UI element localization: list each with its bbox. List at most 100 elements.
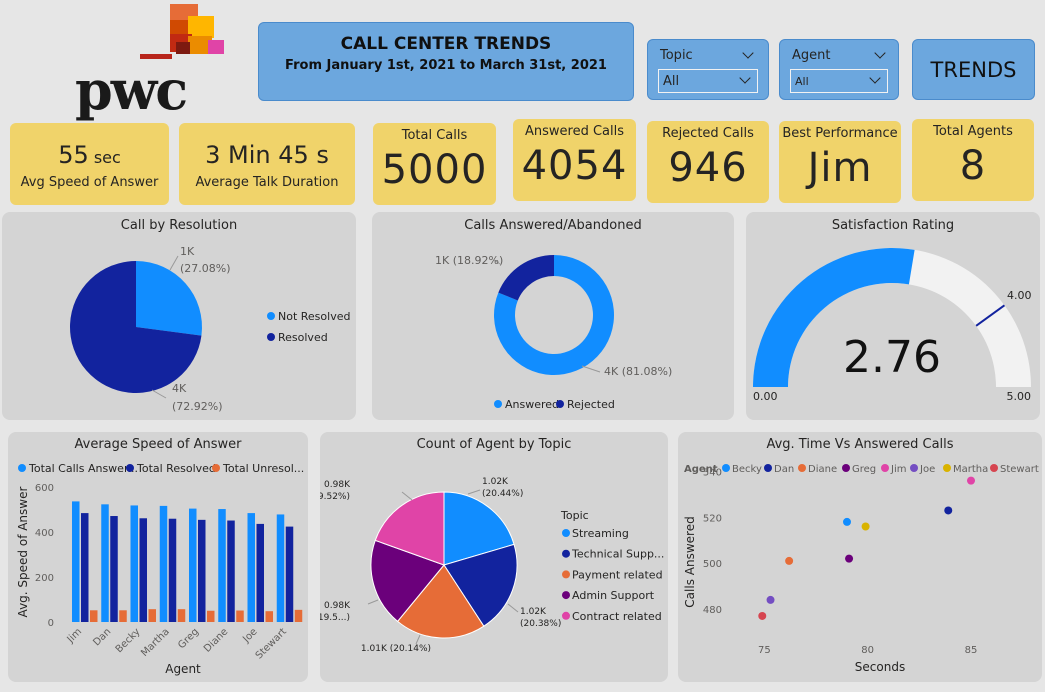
kpi-rejected-calls: Rejected Calls 946: [647, 121, 769, 203]
data-label: 4K: [172, 382, 187, 395]
data-label: 0.98K: [324, 601, 351, 611]
legend-label: Becky: [732, 464, 762, 475]
leader-line: [507, 603, 519, 613]
avg-speed-bar-chart: 0200400600Jim Dan BeckyMartha Greg Diane JoeS…: [16, 462, 304, 676]
bar-greg-0: [189, 508, 197, 622]
data-label: 1K: [180, 245, 195, 258]
legend-marker: [562, 591, 570, 600]
kpi-answered-calls-value: 4054: [521, 143, 628, 189]
kpi-avg-speed-label: Avg Speed of Answer: [20, 175, 159, 190]
kpi-total-agents-value: 8: [959, 143, 987, 189]
point-dan: [944, 506, 953, 515]
bar-jim-1: [81, 513, 89, 622]
bar-jim-2: [90, 610, 98, 622]
legend-label: Martha: [953, 464, 988, 475]
legend-marker: [562, 570, 570, 579]
kpi-total-calls-label: Total Calls: [401, 128, 468, 143]
agent-topic-panel: Count of Agent by Topic 1.02K (20.44%) 1.0…: [320, 432, 668, 682]
kpi-total-calls-value: 5000: [381, 147, 488, 193]
agent-slicer[interactable]: Agent All: [779, 39, 899, 100]
topic-dropdown[interactable]: All: [658, 69, 758, 93]
data-label: 4K (81.08%): [604, 365, 672, 378]
bar-stewart-2: [294, 609, 303, 622]
answered-donut-chart: 4K (81.08%) 1K (18.92%) Answered Rejected: [435, 254, 672, 411]
kpi-avg-speed-value-row: 55 sec: [10, 141, 169, 169]
legend-label: Joe: [919, 464, 935, 475]
data-label: 1K (18.92%): [435, 254, 503, 267]
bar-stewart-0: [276, 514, 285, 622]
agent-dropdown[interactable]: All: [790, 69, 888, 93]
x-axis-title: Seconds: [855, 660, 905, 674]
data-label: 1.02K: [482, 477, 509, 487]
bar-greg-2: [207, 610, 215, 622]
report-title: CALL CENTER TRENDS: [340, 34, 552, 54]
bar-dan-1: [110, 516, 118, 622]
bar-becky-0: [130, 505, 138, 622]
legend-marker: [126, 464, 134, 472]
bar-diane-2: [236, 610, 244, 622]
bar-martha-0: [159, 505, 168, 622]
topic-dropdown-value: All: [663, 74, 680, 89]
legend-label: Total Calls Answer...: [28, 462, 138, 475]
avg-speed-panel: Average Speed of Answer 0 200 400 600 Jim Dan…: [8, 432, 308, 682]
bar-jim-0: [72, 501, 80, 622]
leader-line: [415, 634, 421, 645]
gauge-max-label: 5.00: [1007, 390, 1032, 403]
gauge-value: 2.76: [843, 332, 941, 383]
chevron-down-icon[interactable]: [874, 47, 886, 59]
kpi-total-calls: Total Calls 5000: [373, 123, 496, 205]
legend-marker: [562, 549, 570, 558]
legend-label: Payment related: [572, 568, 663, 581]
bar-dan-2: [119, 610, 127, 622]
kpi-answered-calls: Answered Calls 4054: [513, 119, 636, 201]
report-date-range: From January 1st, 2021 to March 31st, 20…: [285, 58, 607, 73]
bar-dan-0: [101, 504, 109, 622]
x-tick-label: Stewart: [254, 626, 289, 661]
data-label: (20.38%): [520, 619, 561, 629]
legend-label: Dan: [774, 464, 794, 475]
y-tick-label: 500: [703, 559, 722, 570]
legend-label: Resolved: [278, 331, 328, 344]
kpi-best-performance: Best Performance Jim: [779, 121, 901, 203]
kpi-talk-duration: 3 Min 45 s Average Talk Duration: [179, 123, 355, 205]
x-tick-label: 80: [861, 645, 874, 656]
leader-line: [467, 489, 481, 495]
point-stewart: [758, 611, 767, 620]
kpi-rejected-calls-label: Rejected Calls: [662, 126, 754, 141]
topic-slicer[interactable]: Topic All: [647, 39, 769, 100]
bar-martha-2: [177, 609, 186, 622]
bar-martha-1: [168, 518, 177, 622]
legend-marker: [798, 464, 806, 472]
leader-line: [401, 491, 413, 501]
x-tick-label: Jim: [65, 626, 84, 645]
donut-slice-rejected: [498, 255, 554, 301]
legend-label: Total Resolved: [136, 462, 216, 475]
gauge-min-label: 0.00: [753, 390, 778, 403]
legend-marker: [267, 333, 275, 341]
calls-answered-panel: Calls Answered/Abandoned 4K (81.08%) 1K (…: [372, 212, 734, 420]
point-joe: [766, 595, 775, 604]
satisfaction-panel: Satisfaction Rating 2.76 0.00 5.00 4.00: [746, 212, 1040, 420]
chevron-down-icon[interactable]: [742, 47, 754, 59]
gauge-target-label: 4.00: [1007, 289, 1032, 302]
legend-marker: [556, 400, 564, 408]
x-tick-label: 75: [758, 645, 771, 656]
agent-dropdown-value: All: [795, 75, 809, 88]
legend-label: Contract related: [572, 610, 662, 623]
y-tick-label: 480: [703, 605, 722, 616]
x-tick-label: Diane: [202, 626, 230, 654]
legend-title: Agent: [684, 464, 718, 475]
time-vs-answered-panel: Avg. Time Vs Answered Calls 480 500 520 540…: [678, 432, 1042, 682]
kpi-avg-speed: 55 sec Avg Speed of Answer: [10, 123, 169, 205]
trends-button[interactable]: TRENDS: [912, 39, 1035, 100]
legend-label: Jim: [890, 464, 906, 475]
y-tick-label: 600: [35, 483, 54, 494]
bar-stewart-1: [285, 526, 294, 622]
point-greg: [845, 554, 854, 563]
legend-title: Topic: [560, 509, 589, 522]
bar-becky-1: [139, 518, 147, 622]
data-label: (19.52%): [320, 492, 350, 502]
x-axis-title: Agent: [165, 662, 201, 676]
topic-pie-chart: 1.02K (20.44%) 1.02K (20.38%) 1.01K (20.14%)…: [320, 477, 664, 654]
legend-marker: [212, 464, 220, 472]
